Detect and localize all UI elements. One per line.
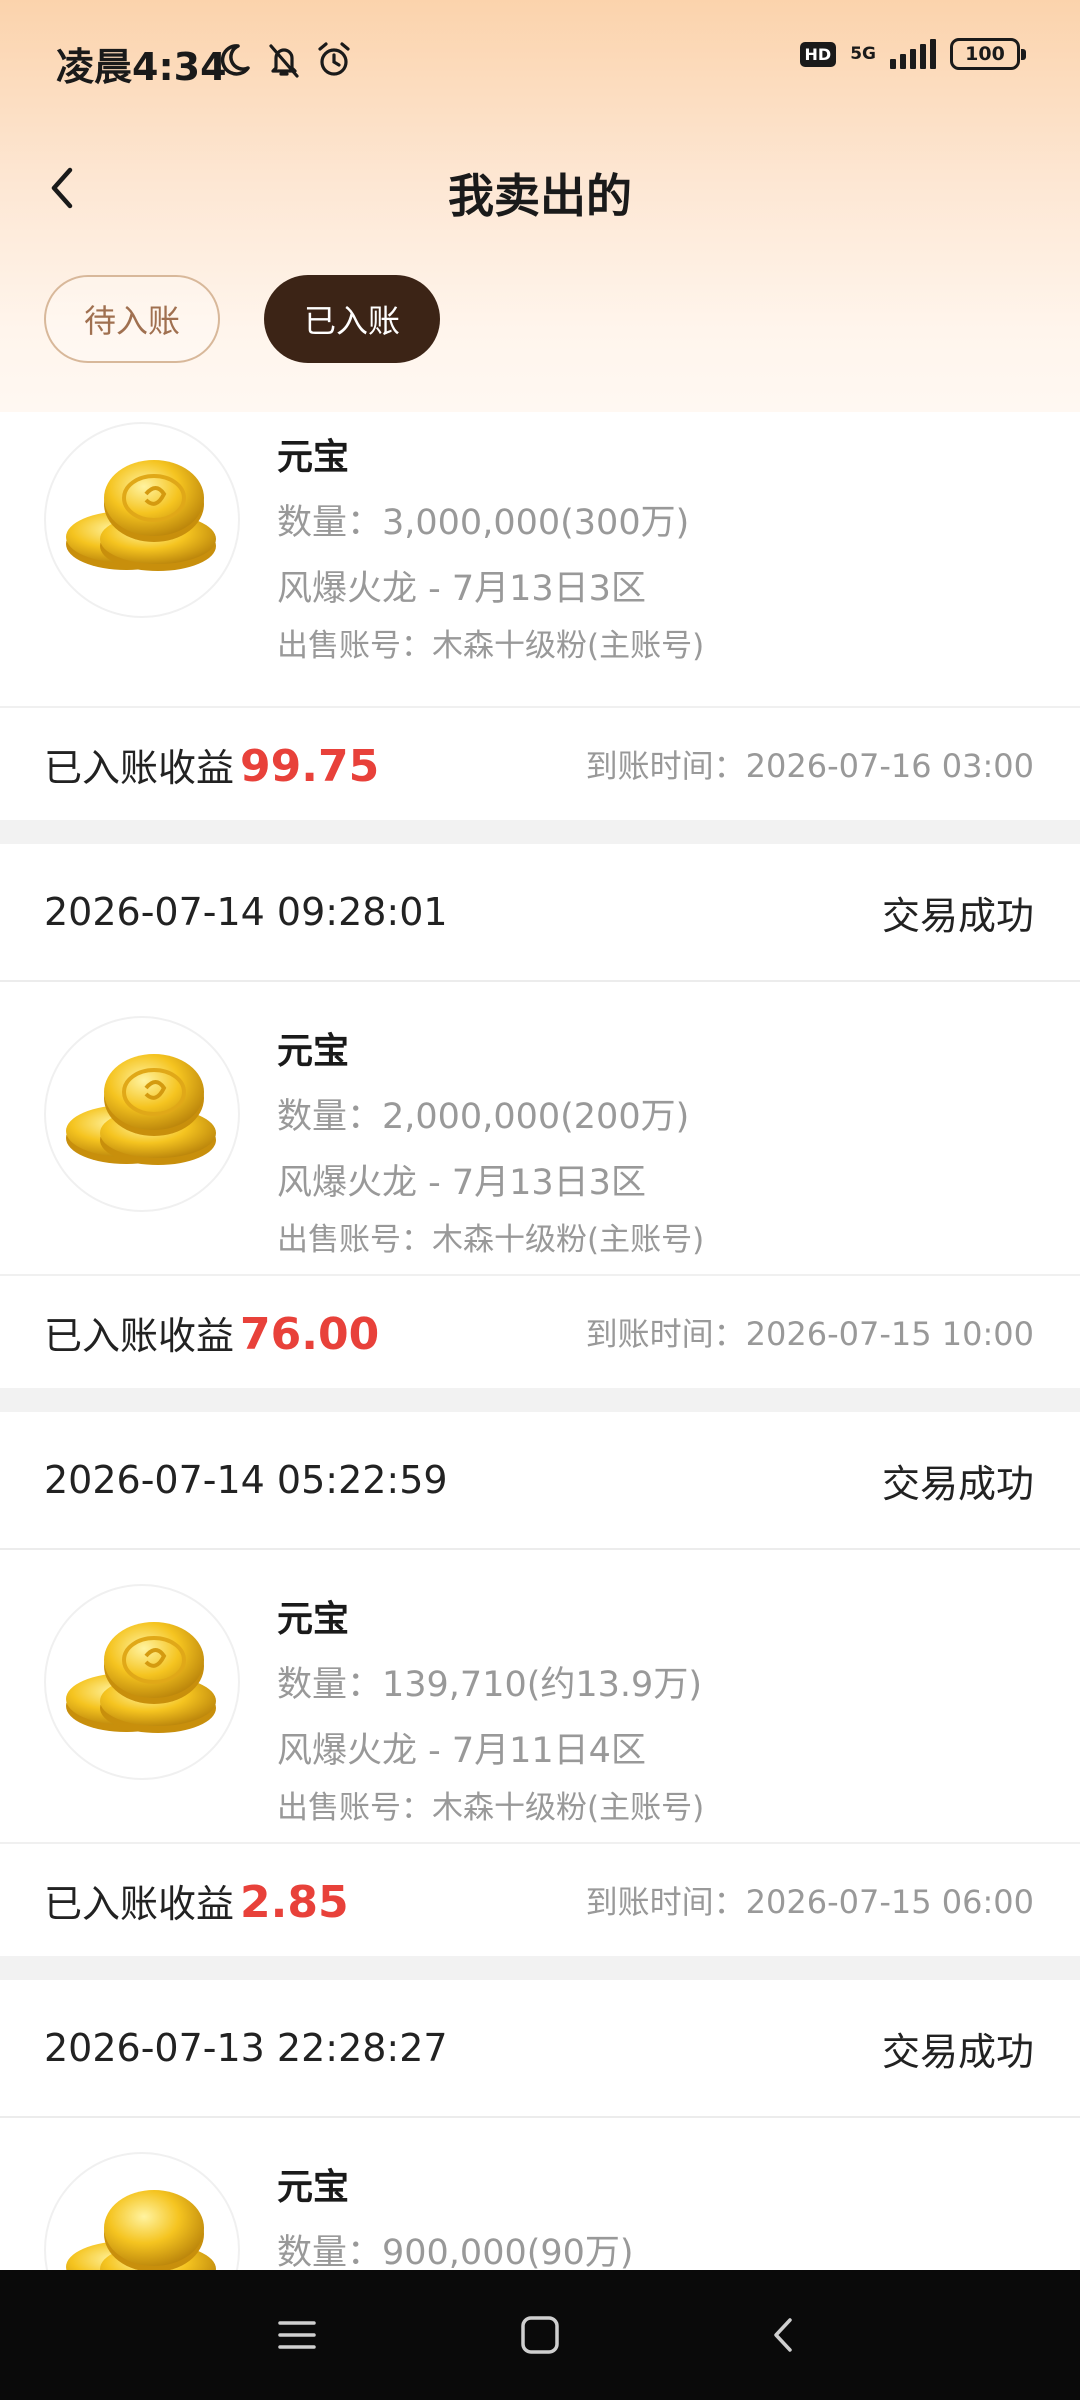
item-name: 元宝 [277,1599,350,1640]
network-type: 5G [850,43,876,64]
seller-account: 出售账号：木森十级粉(主账号) [277,628,705,664]
home-icon[interactable] [517,2312,563,2358]
coin-image [44,422,240,618]
arrival-time: 到账时间：2026-07-16 03:00 [585,747,1034,785]
item-quantity: 数量：2,000,000(200万) [277,1097,690,1137]
coin-image [44,1584,240,1780]
menu-icon[interactable] [274,2312,320,2358]
item-name: 元宝 [277,1031,350,1072]
order-datetime: 2026-07-14 09:28:01 [44,890,448,934]
order-body: 元宝 数量：139,710(约13.9万) 风爆火龙 - 7月11日4区 出售账… [0,1550,1080,1844]
order-card[interactable]: 2026-07-14 09:28:01 交易成功 元宝 数量：2,000,000… [0,844,1080,1388]
order-footer: 已入账收益 2.85 到账时间：2026-07-15 06:00 [0,1844,1080,1956]
earnings-label: 已入账收益 [44,1313,235,1358]
alarm-icon [318,42,350,76]
earnings-label: 已入账收益 [44,1881,235,1926]
item-server: 风爆火龙 - 7月13日3区 [277,569,646,609]
order-body: 元宝 数量：2,000,000(200万) 风爆火龙 - 7月13日3区 出售账… [0,982,1080,1276]
item-name: 元宝 [277,437,350,478]
tab-bar: 待入账 已入账 [44,275,440,363]
order-header: 2026-07-13 22:28:27 交易成功 [0,1980,1080,2118]
order-header: 2026-07-14 05:22:59 交易成功 [0,1412,1080,1550]
item-quantity: 数量：139,710(约13.9万) [277,1665,702,1705]
order-status: 交易成功 [881,1461,1034,1506]
arrival-time: 到账时间：2026-07-15 06:00 [585,1883,1034,1921]
order-header: 2026-07-14 09:28:01 交易成功 [0,844,1080,982]
earnings-value: 2.85 [240,1876,349,1928]
system-navigation-bar [0,2270,1080,2400]
earnings-value: 76.00 [240,1308,380,1360]
status-time: 凌晨4:34 [56,45,227,89]
order-body: 元宝 数量：3,000,000(300万) 风爆火龙 - 7月13日3区 出售账… [0,412,1080,708]
arrival-time: 到账时间：2026-07-15 10:00 [585,1315,1034,1353]
tab-pending[interactable]: 待入账 [44,275,220,363]
order-footer: 已入账收益 99.75 到账时间：2026-07-16 03:00 [0,708,1080,820]
coin-icon [66,460,216,571]
page-title: 我卖出的 [448,169,632,223]
item-quantity: 数量：900,000(90万) [277,2233,634,2273]
signal-icon [890,39,936,69]
item-server: 风爆火龙 - 7月13日3区 [277,1163,646,1203]
item-server: 风爆火龙 - 7月11日4区 [277,1731,646,1771]
seller-account: 出售账号：木森十级粉(主账号) [277,1222,705,1258]
coin-icon [66,1054,216,1165]
status-bar: 凌晨4:34 HD 5G 100 [0,0,1080,124]
order-status: 交易成功 [881,2029,1034,2074]
order-list: 元宝 数量：3,000,000(300万) 风爆火龙 - 7月13日3区 出售账… [0,412,1080,2400]
item-name: 元宝 [277,2167,350,2208]
order-status: 交易成功 [881,893,1034,938]
item-quantity: 数量：3,000,000(300万) [277,503,690,543]
moon-icon [220,44,250,76]
battery-icon: 100 [950,38,1026,70]
order-footer: 已入账收益 76.00 到账时间：2026-07-15 10:00 [0,1276,1080,1388]
order-datetime: 2026-07-14 05:22:59 [44,1458,448,1502]
earnings-value: 99.75 [240,740,380,792]
hd-badge: HD [799,41,837,67]
order-card[interactable]: 2026-07-14 05:22:59 交易成功 元宝 数量：139,710(约… [0,1412,1080,1956]
coin-icon [66,1622,216,1733]
bell-off-icon [269,44,299,78]
navigation-bar: 我卖出的 [0,124,1080,252]
order-datetime: 2026-07-13 22:28:27 [44,2026,448,2070]
seller-account: 出售账号：木森十级粉(主账号) [277,1790,705,1826]
nav-back-icon[interactable] [762,2312,808,2358]
tab-settled[interactable]: 已入账 [264,275,440,363]
order-card[interactable]: 元宝 数量：3,000,000(300万) 风爆火龙 - 7月13日3区 出售账… [0,412,1080,820]
earnings-label: 已入账收益 [44,745,235,790]
coin-image [44,1016,240,1212]
